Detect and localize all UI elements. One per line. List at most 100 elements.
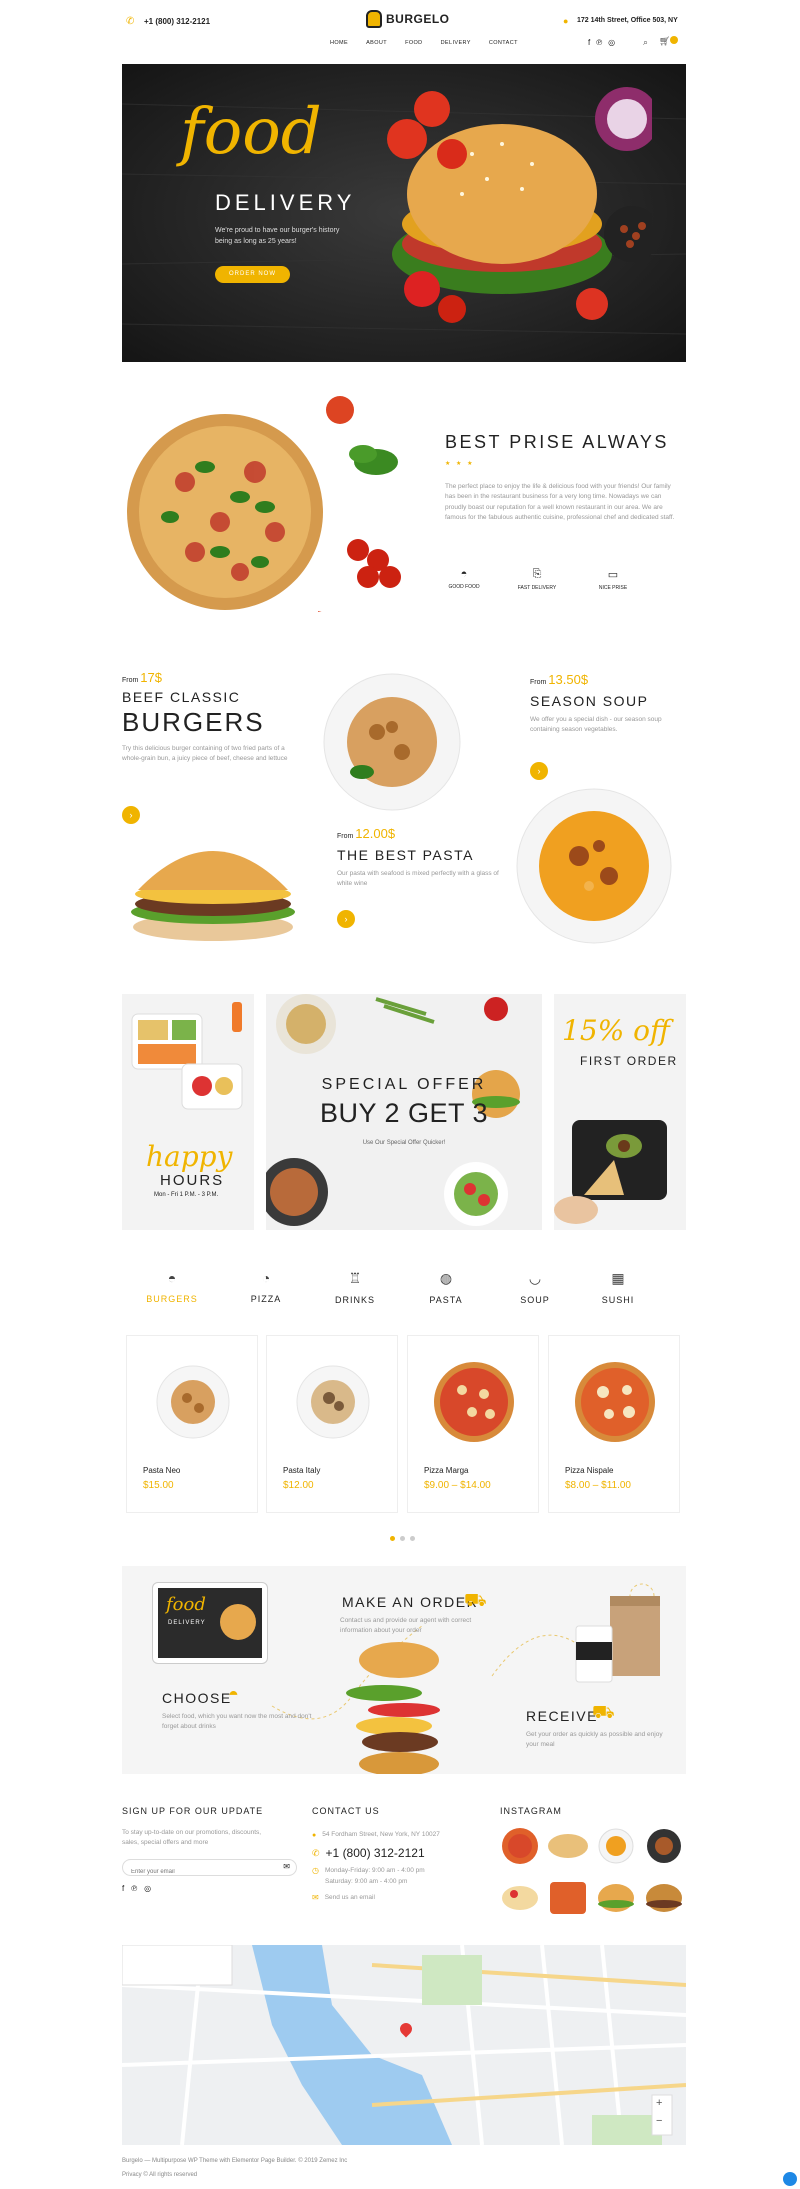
contact-address: 54 Fordham Street, New York, NY 10027 — [322, 1831, 440, 1838]
tab-pizza[interactable]: ◔ PIZZA — [236, 1270, 296, 1304]
choose-text: Select food, which you want now the most… — [162, 1713, 312, 1731]
delivery-bag-icon: ⎘ — [532, 568, 542, 580]
map-embed[interactable]: + − — [122, 1945, 686, 2145]
product-name[interactable]: Pizza Nispale — [565, 1466, 613, 1475]
map-image — [122, 1945, 686, 2145]
search-icon[interactable]: ⌕ — [643, 37, 648, 48]
pasta-block: From 12.00$ THE BEST PASTA Our pasta wit… — [337, 826, 507, 890]
tomatoes-image — [387, 91, 467, 169]
basil-tomato-decor — [318, 396, 401, 612]
product-card[interactable]: Pasta Italy $12.00 — [266, 1335, 398, 1513]
header-address: 172 14th Street, Office 503, NY — [577, 17, 678, 24]
phone-icon: ✆ — [126, 16, 135, 27]
from-label: From — [337, 833, 354, 840]
pasta-price-line: From 12.00$ — [337, 826, 507, 841]
tab-label: DRINKS — [334, 1295, 375, 1305]
tab-soup[interactable]: ◡ SOUP — [505, 1270, 565, 1305]
order-title: MAKE AN ORDER — [342, 1594, 479, 1610]
happy-script: happy — [146, 1140, 233, 1173]
feature-label: FAST DELIVERY — [517, 585, 557, 591]
instagram-thumb — [647, 1829, 681, 1863]
soup-more-button[interactable]: › — [530, 762, 548, 780]
map-zoom-out-icon[interactable]: − — [656, 2115, 662, 2127]
soup-block: From 13.50$ SEASON SOUP We offer you a s… — [530, 672, 680, 736]
product-name[interactable]: Pizza Marga — [424, 1466, 468, 1475]
product-price: $15.00 — [143, 1480, 174, 1491]
tab-label: BURGERS — [146, 1294, 198, 1304]
instagram-thumb — [502, 1886, 538, 1910]
carousel-dot[interactable] — [410, 1536, 415, 1541]
discount-script: 15% off — [562, 1014, 670, 1047]
chat-widget-icon[interactable] — [783, 2172, 797, 2186]
pasta-more-button[interactable]: › — [337, 910, 355, 928]
nav-contact[interactable]: CONTACT — [489, 40, 518, 46]
pizza-icon: ◔ — [261, 1270, 271, 1286]
product-price: $12.00 — [283, 1480, 314, 1491]
map-zoom-in-icon[interactable]: + — [656, 2097, 662, 2109]
feature-label: GOOD FOOD — [448, 584, 480, 590]
tab-sushi[interactable]: ▦ SUSHI — [588, 1270, 648, 1305]
instagram-thumb — [646, 1884, 682, 1912]
product-card[interactable]: Pizza Nispale $8.00 – $11.00 — [548, 1335, 680, 1513]
process-section: food DELIVERY MAKE AN ORDER ⛟ Contact us… — [122, 1566, 686, 1774]
tab-label: PIZZA — [250, 1294, 282, 1304]
product-name[interactable]: Pasta Neo — [143, 1466, 180, 1475]
order-text: Contact us and provide our agent with co… — [340, 1617, 472, 1635]
facebook-icon[interactable]: f — [122, 1884, 124, 1893]
discount-banner[interactable]: 15% off FIRST ORDER — [554, 994, 686, 1230]
product-card[interactable]: Pasta Neo $15.00 — [126, 1335, 258, 1513]
instagram-icon[interactable]: ◎ — [608, 38, 615, 47]
burgers-more-button[interactable]: › — [122, 806, 140, 824]
coffee-bag-image — [575, 1596, 660, 1683]
pinterest-icon[interactable]: ℗ — [596, 38, 602, 47]
soup-price-line: From 13.50$ — [530, 672, 680, 687]
instagram-icon[interactable]: ◎ — [144, 1884, 151, 1893]
nav-delivery[interactable]: DELIVERY — [441, 40, 471, 46]
nav-about[interactable]: ABOUT — [366, 40, 387, 46]
product-card[interactable]: Pizza Marga $9.00 – $14.00 — [407, 1335, 539, 1513]
from-label: From — [122, 677, 139, 684]
carousel-dot-active[interactable] — [390, 1536, 395, 1541]
product-price: $8.00 – $11.00 — [565, 1480, 631, 1491]
burger-choose-icon: ◓ — [228, 1684, 239, 1704]
soup-icon: ◡ — [528, 1270, 542, 1286]
tablet-script: food — [166, 1594, 206, 1615]
carousel-dots — [390, 1536, 415, 1541]
tablet-burger-icon — [220, 1604, 256, 1640]
logo[interactable]: BURGELO — [366, 10, 450, 28]
tab-drinks[interactable]: ♖ DRINKS — [325, 1270, 385, 1305]
carousel-dot[interactable] — [400, 1536, 405, 1541]
contact-hours-saturday: Saturday: 9:00 am - 4:00 pm — [324, 1877, 408, 1885]
happy-hours-banner[interactable]: happy HOURS Mon - Fri 1 P.M. - 3 P.M. — [122, 994, 254, 1230]
product-price: $9.00 – $14.00 — [424, 1480, 491, 1491]
send-mail-icon[interactable]: ✉ — [283, 1862, 290, 1871]
about-title: BEST PRISE ALWAYS — [445, 432, 669, 452]
tab-burgers[interactable]: ◓ BURGERS — [142, 1270, 202, 1304]
clock-icon: ◷ — [312, 1866, 319, 1876]
pizza-marga-image — [434, 1362, 514, 1442]
special-offer-banner[interactable]: SPECIAL OFFER BUY 2 GET 3 Use Our Specia… — [266, 994, 542, 1230]
pasta-title: THE BEST PASTA — [337, 847, 474, 863]
special-offer-title: BUY 2 GET 3 — [319, 1098, 489, 1128]
footer-contact: CONTACT US ● 54 Fordham Street, New York… — [312, 1806, 482, 1904]
product-name[interactable]: Pasta Italy — [283, 1466, 320, 1475]
header-phone[interactable]: +1 (800) 312-2121 — [144, 17, 210, 26]
nav-home[interactable]: HOME — [330, 40, 348, 46]
special-offer-label: SPECIAL OFFER — [321, 1076, 487, 1093]
soup-bowl-image — [516, 788, 672, 944]
pinterest-icon[interactable]: ℗ — [131, 1884, 137, 1893]
footer-social: f ℗ ◎ — [122, 1884, 302, 1893]
contact-mail[interactable]: Send us an email — [325, 1893, 375, 1903]
order-now-button[interactable]: ORDER NOW — [215, 266, 290, 283]
contact-phone[interactable]: +1 (800) 312-2121 — [326, 1846, 425, 1860]
tab-pasta[interactable]: ◍ PASTA — [416, 1270, 476, 1305]
facebook-icon[interactable]: f — [588, 38, 590, 47]
from-label: From — [530, 679, 547, 686]
email-input[interactable] — [123, 1864, 273, 1880]
flying-burger-image — [346, 1642, 440, 1774]
cart-icon[interactable]: 🛒︎ — [659, 36, 670, 47]
wallet-icon: ▭ — [607, 569, 619, 581]
nav-food[interactable]: FOOD — [405, 40, 423, 46]
burger-icon: ◓ — [460, 568, 468, 580]
instagram-thumb — [550, 1882, 586, 1914]
